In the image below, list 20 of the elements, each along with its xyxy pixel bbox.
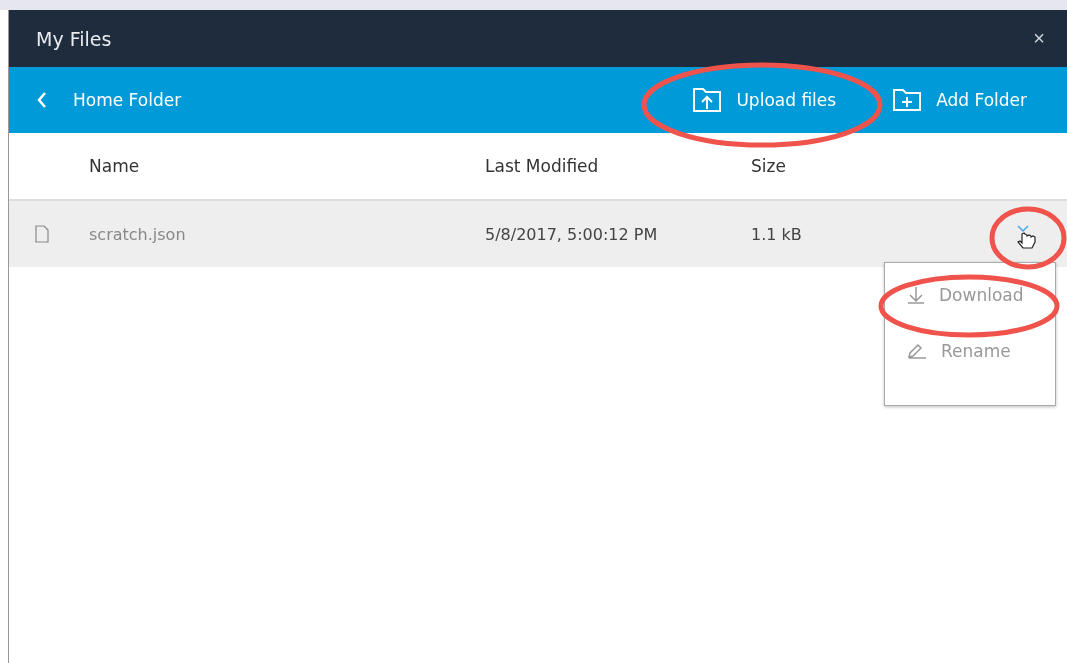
close-button[interactable]: × [1033,27,1045,50]
chevron-left-icon [37,92,47,108]
column-header: Size [751,156,786,176]
table-cell: scratch.json [89,224,186,244]
window-title: My Files [36,27,112,50]
folder-add-icon [892,88,923,112]
file-row[interactable]: scratch.json 5/8/2017, 5:00:12 PM 1.1 kB [9,201,1067,267]
upload-files-button[interactable]: Upload files [692,87,837,113]
rename-menu-item[interactable]: Rename [885,341,1055,361]
table-cell: 1.1 kB [751,224,802,244]
add-folder-button[interactable]: Add Folder [892,88,1027,112]
column-header: Last Modified [485,156,599,176]
back-button[interactable]: Home Folder [37,90,182,110]
folder-upload-icon [692,87,723,113]
download-icon [907,286,925,304]
hand-cursor-icon [1014,223,1038,250]
pencil-icon [907,343,927,359]
table-cell: 5/8/2017, 5:00:12 PM [485,224,658,244]
file-icon [35,225,49,243]
column-header: Name [89,156,140,176]
